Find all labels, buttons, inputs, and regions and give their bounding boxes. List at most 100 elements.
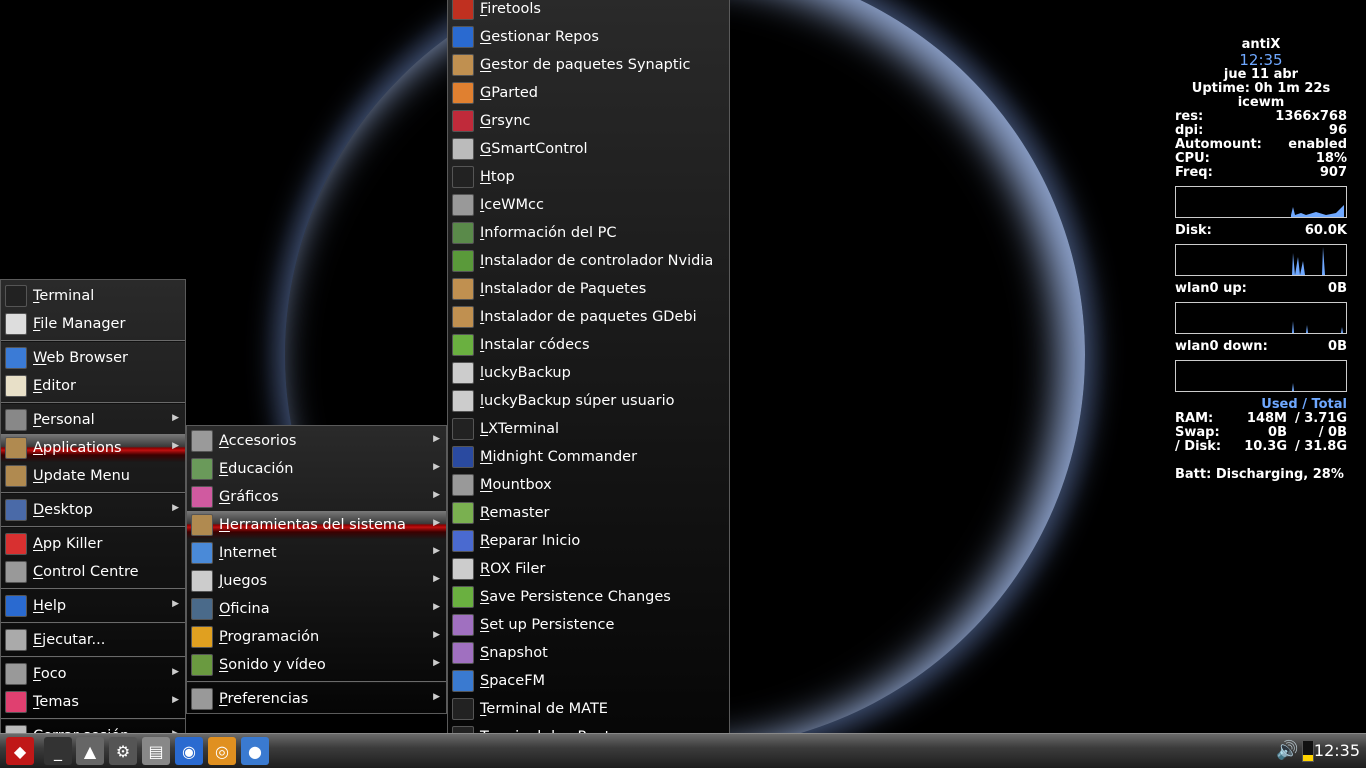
submenu-arrow-icon: ▶ bbox=[433, 630, 440, 640]
show-desktop-button[interactable]: _ bbox=[44, 737, 72, 765]
start-menu-button[interactable]: ◆ bbox=[6, 737, 34, 765]
menu-item-nvidia[interactable]: Instalador de controlador Nvidia bbox=[448, 247, 729, 275]
synaptic-icon bbox=[452, 54, 474, 76]
menu-item-save-persistence[interactable]: Save Persistence Changes bbox=[448, 583, 729, 611]
menu-item-control-centre[interactable]: Control Centre bbox=[1, 558, 185, 586]
submenu-arrow-icon: ▶ bbox=[433, 692, 440, 702]
menu-separator bbox=[1, 656, 185, 658]
menu-item-label: Mountbox bbox=[480, 477, 552, 493]
menu-item-education[interactable]: Educación▶ bbox=[187, 455, 446, 483]
menu-item-terminal[interactable]: Terminal bbox=[1, 282, 185, 310]
menu-item-applications[interactable]: Applications▶ bbox=[1, 434, 185, 462]
menu-item-remaster[interactable]: Remaster bbox=[448, 499, 729, 527]
menu-item-gsmartcontrol[interactable]: GSmartControl bbox=[448, 135, 729, 163]
taskbar-clock[interactable]: 12:35 bbox=[1314, 741, 1360, 760]
menu-item-snapshot[interactable]: Snapshot bbox=[448, 639, 729, 667]
remaster-icon bbox=[452, 502, 474, 524]
browser-launcher-button[interactable]: ◉ bbox=[175, 737, 203, 765]
menu-separator bbox=[1, 492, 185, 494]
focus-icon bbox=[5, 663, 27, 685]
menu-item-luckybackup-su[interactable]: luckyBackup súper usuario bbox=[448, 387, 729, 415]
menu-item-repair-boot[interactable]: Reparar Inicio bbox=[448, 527, 729, 555]
menu-item-label: Snapshot bbox=[480, 645, 548, 661]
conky-mem-row: Swap:0B/ 0B bbox=[1175, 426, 1347, 440]
menu-item-synaptic[interactable]: Gestor de paquetes Synaptic bbox=[448, 51, 729, 79]
system-tools-submenu: FiretoolsGestionar Repos Gestor de paquet… bbox=[447, 0, 730, 768]
menu-item-label: Terminal de MATE bbox=[480, 701, 608, 717]
menu-item-personal[interactable]: Personal▶ bbox=[1, 406, 185, 434]
menu-item-update-menu[interactable]: Update Menu bbox=[1, 462, 185, 490]
menu-item-label: luckyBackup bbox=[480, 365, 571, 381]
menu-item-lxterminal[interactable]: LXTerminal bbox=[448, 415, 729, 443]
menu-item-graphics[interactable]: Gráficos▶ bbox=[187, 483, 446, 511]
menu-item-accessories[interactable]: Accesorios▶ bbox=[187, 427, 446, 455]
conky-stat-label: res: bbox=[1175, 110, 1203, 124]
menu-item-help[interactable]: Help▶ bbox=[1, 592, 185, 620]
menu-item-mate-terminal[interactable]: Terminal de MATE bbox=[448, 695, 729, 723]
menu-item-internet[interactable]: Internet▶ bbox=[187, 539, 446, 567]
file-manager-launcher-button[interactable]: ▤ bbox=[142, 737, 170, 765]
menu-item-programming[interactable]: Programación▶ bbox=[187, 623, 446, 651]
games-icon bbox=[191, 570, 213, 592]
menu-item-firetools[interactable]: Firetools bbox=[448, 0, 729, 23]
menu-item-luckybackup[interactable]: luckyBackup bbox=[448, 359, 729, 387]
volume-icon[interactable]: 🔊 bbox=[1276, 740, 1298, 761]
nvidia-icon bbox=[452, 250, 474, 272]
applications-icon bbox=[5, 437, 27, 459]
menu-item-label: Gestor de paquetes Synaptic bbox=[480, 57, 691, 73]
conky-mem-row: RAM:148M/ 3.71G bbox=[1175, 412, 1347, 426]
globe-launcher-button[interactable]: ● bbox=[241, 737, 269, 765]
menu-item-mountbox[interactable]: Mountbox bbox=[448, 471, 729, 499]
codecs-icon bbox=[452, 334, 474, 356]
menu-item-file-manager[interactable]: File Manager bbox=[1, 310, 185, 338]
disk-value: 60.0K bbox=[1305, 224, 1347, 238]
conky-stat-label: Automount: bbox=[1175, 138, 1262, 152]
menu-item-gparted[interactable]: GParted bbox=[448, 79, 729, 107]
conky-date: jue 11 abr bbox=[1175, 68, 1347, 82]
menu-item-label: Grsync bbox=[480, 113, 531, 129]
menu-item-themes[interactable]: Temas▶ bbox=[1, 688, 185, 716]
battery-icon[interactable] bbox=[1302, 740, 1314, 762]
window-list-button[interactable]: ▲ bbox=[76, 737, 104, 765]
menu-separator bbox=[1, 588, 185, 590]
web-browser-icon bbox=[5, 347, 27, 369]
conky-stat-value: 96 bbox=[1329, 124, 1347, 138]
menu-item-icewmcc[interactable]: IceWMcc bbox=[448, 191, 729, 219]
menu-item-label: Set up Persistence bbox=[480, 617, 614, 633]
settings-launcher-button[interactable]: ⚙ bbox=[109, 737, 137, 765]
menu-item-focus[interactable]: Foco▶ bbox=[1, 660, 185, 688]
internet-icon bbox=[191, 542, 213, 564]
menu-item-label: Juegos bbox=[219, 573, 267, 589]
menu-item-web-browser[interactable]: Web Browser bbox=[1, 344, 185, 372]
menu-item-games[interactable]: Juegos▶ bbox=[187, 567, 446, 595]
menu-separator bbox=[187, 681, 446, 683]
menu-item-label: GParted bbox=[480, 85, 538, 101]
menu-item-rox-filer[interactable]: ROX Filer bbox=[448, 555, 729, 583]
menu-item-app-killer[interactable]: App Killer bbox=[1, 530, 185, 558]
menu-item-run[interactable]: Ejecutar... bbox=[1, 626, 185, 654]
menu-item-label: Oficina bbox=[219, 601, 270, 617]
menu-item-office[interactable]: Oficina▶ bbox=[187, 595, 446, 623]
menu-item-htop[interactable]: Htop bbox=[448, 163, 729, 191]
menu-item-editor[interactable]: Editor bbox=[1, 372, 185, 400]
repos-icon bbox=[452, 26, 474, 48]
menu-item-setup-persistence[interactable]: Set up Persistence bbox=[448, 611, 729, 639]
menu-item-midnight-commander[interactable]: Midnight Commander bbox=[448, 443, 729, 471]
wlan-up-value: 0B bbox=[1328, 282, 1347, 296]
menu-item-system-tools[interactable]: Herramientas del sistema▶ bbox=[187, 511, 446, 539]
menu-item-sound-video[interactable]: Sonido y vídeo▶ bbox=[187, 651, 446, 679]
menu-item-package-installer[interactable]: Instalador de Paquetes bbox=[448, 275, 729, 303]
menu-item-codecs[interactable]: Instalar códecs bbox=[448, 331, 729, 359]
menu-item-label: Htop bbox=[480, 169, 515, 185]
icewmcc-icon bbox=[452, 194, 474, 216]
menu-item-pc-info[interactable]: Información del PC bbox=[448, 219, 729, 247]
menu-item-preferences[interactable]: Preferencias▶ bbox=[187, 685, 446, 713]
submenu-arrow-icon: ▶ bbox=[172, 503, 179, 513]
disk-label: Disk: bbox=[1175, 224, 1212, 238]
media-launcher-button[interactable]: ◎ bbox=[208, 737, 236, 765]
menu-item-grsync[interactable]: Grsync bbox=[448, 107, 729, 135]
menu-item-desktop[interactable]: Desktop▶ bbox=[1, 496, 185, 524]
menu-item-spacefm[interactable]: SpaceFM bbox=[448, 667, 729, 695]
menu-item-repos[interactable]: Gestionar Repos bbox=[448, 23, 729, 51]
menu-item-gdebi[interactable]: Instalador de paquetes GDebi bbox=[448, 303, 729, 331]
